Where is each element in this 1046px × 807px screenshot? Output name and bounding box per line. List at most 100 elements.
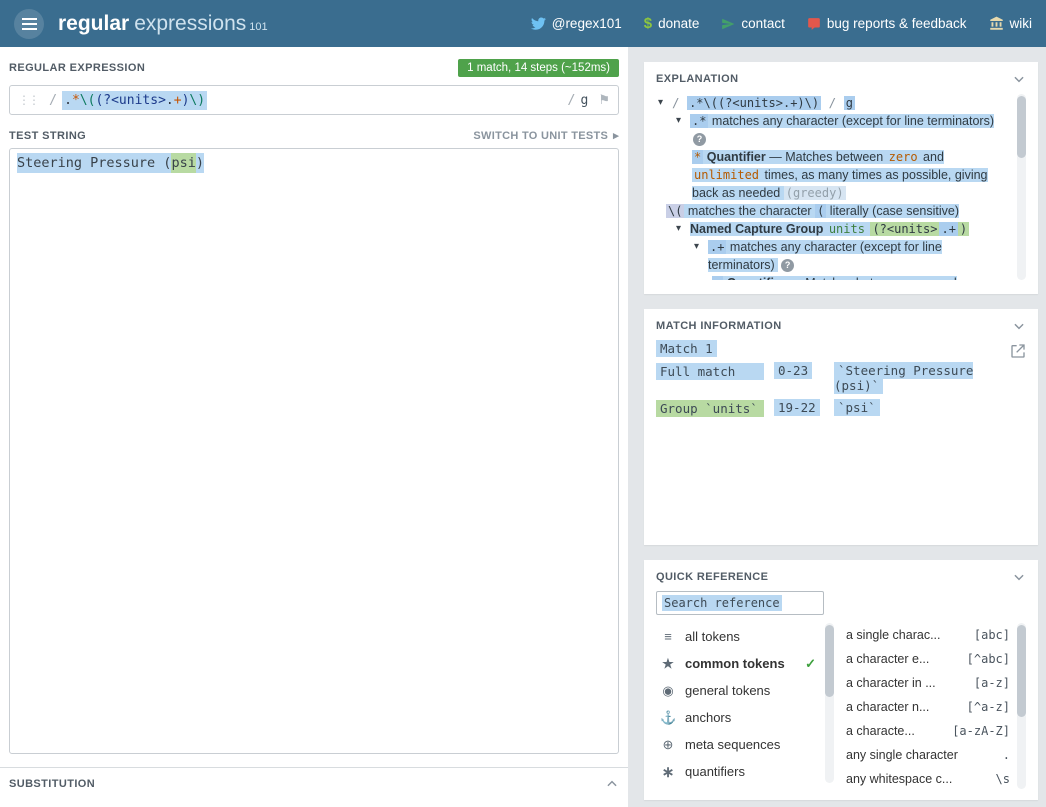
top-navigation-bar: regular expressions 101 @regex101 donate… [0,0,1046,47]
logo-text-regular: regular [58,12,129,36]
reference-token-row[interactable]: a character in ... [a-z] [846,671,1010,695]
match-steps-badge[interactable]: 1 match, 14 steps (~152ms) [458,59,619,77]
search-reference-value: Search reference [662,595,782,611]
nav-wiki-link[interactable]: wiki [989,16,1033,31]
explanation-header[interactable]: EXPLANATION [656,72,1026,86]
chevron-down-icon [1012,72,1026,86]
test-string-input[interactable]: Steering Pressure (psi) [9,148,619,754]
help-icon[interactable] [693,133,706,146]
test-string-section-header: TEST STRING SWITCH TO UNIT TESTS [9,129,619,142]
twitter-icon [531,16,546,31]
quick-reference-header[interactable]: QUICK REFERENCE [656,570,1026,584]
reference-token-list: a single charac... [abc] a character e..… [834,623,1026,789]
nav-donate-link[interactable]: donate [644,15,700,32]
match-name: Full match [656,363,764,380]
anchor-icon [660,710,676,726]
hamburger-icon [22,23,37,25]
explanation-heading: EXPLANATION [656,73,738,85]
collapse-toggle-icon[interactable] [676,220,681,238]
collapse-toggle-icon[interactable] [694,238,699,256]
reference-token-row[interactable]: any single character . [846,743,1010,767]
chevron-up-icon [605,777,619,791]
match-value: `Steering Pressure (psi)` [834,362,973,394]
explanation-panel: EXPLANATION / .*\((?<units>.+)\) / g .* … [644,62,1038,294]
match-information-header[interactable]: MATCH INFORMATION [656,319,1026,333]
category-scrollbar[interactable] [825,623,834,783]
scrollbar-thumb[interactable] [1017,625,1026,717]
hamburger-menu-button[interactable] [14,9,44,39]
regex-flags[interactable]: g [581,93,589,108]
explanation-text: — Matches between [786,276,907,280]
app-logo[interactable]: regular expressions 101 [58,12,268,36]
drag-handle-icon[interactable] [18,93,38,107]
greedy-label: (greedy) [784,186,846,200]
token-dot-plus: .+ [939,222,957,236]
category-label: meta sequences [685,737,780,752]
help-icon[interactable] [781,259,794,272]
collapse-toggle-icon[interactable] [676,112,681,130]
category-quantifiers[interactable]: quantifiers [656,758,818,783]
nav-donate-label: donate [658,16,699,31]
category-common-tokens[interactable]: common tokens [656,650,818,677]
token-list-scrollbar[interactable] [1017,623,1026,789]
regex-pattern-text[interactable]: .*\((?<units>.+)\) [62,91,207,110]
search-reference-input[interactable]: Search reference [656,591,824,615]
category-label: quantifiers [685,764,745,779]
regex-input[interactable]: / .*\((?<units>.+)\) / g [9,85,619,115]
token-star: * [692,150,703,164]
token-group-close: ) [958,222,969,236]
full-match-row: Full match 0-23 `Steering Pressure (psi)… [656,363,1026,393]
explanation-text: — Matches between [766,150,887,164]
token-description: a character n... [846,700,929,714]
keyword-quantifier: Quantifier [707,150,766,164]
regex-section-header: REGULAR EXPRESSION 1 match, 14 steps (~1… [9,47,619,77]
group-match-highlight: psi [171,153,195,173]
header-nav: @regex101 donate contact bug reports & f… [531,15,1032,32]
token-code: [abc] [966,628,1010,642]
token-description: a single charac... [846,628,941,642]
category-all-tokens[interactable]: all tokens [656,623,818,650]
reference-token-row[interactable]: a character n... [^a-z] [846,695,1010,719]
chevron-right-icon [613,129,619,142]
full-match-highlight: Steering Pressure ( [17,153,171,173]
explanation-scrollbar[interactable] [1017,94,1026,280]
reference-token-row[interactable]: a character e... [^abc] [846,647,1010,671]
explanation-row-named-group: Named Capture Group units (?<units>.+) [656,220,1010,238]
full-match-highlight: ) [196,153,204,173]
info-column: EXPLANATION / .*\((?<units>.+)\) / g .* … [644,47,1038,807]
category-anchors[interactable]: anchors [656,704,818,731]
regex-close-delimiter: / [567,92,575,108]
regular-expression-heading: REGULAR EXPRESSION [9,62,145,74]
switch-link-label: SWITCH TO UNIT TESTS [473,130,608,142]
group-range: 19-22 [774,399,820,416]
test-string-heading: TEST STRING [9,130,86,142]
nav-contact-link[interactable]: contact [721,16,785,31]
token-code: [a-zA-Z] [944,724,1010,738]
editor-column: REGULAR EXPRESSION 1 match, 14 steps (~1… [0,47,628,807]
category-label: all tokens [685,629,740,644]
regex-pattern-echo: .*\((?<units>.+)\) [687,96,821,110]
token-paren-char: ( [815,204,826,218]
scrollbar-thumb[interactable] [825,625,834,697]
star-icon [660,656,676,672]
nav-bug-reports-link[interactable]: bug reports & feedback [807,16,967,31]
reference-token-row[interactable]: a single charac... [abc] [846,623,1010,647]
logo-text-expressions: expressions [134,12,246,36]
globe-icon [660,737,676,753]
flag-icon[interactable] [598,92,610,108]
match-label: Match 1 [656,340,717,357]
group-value: `psi` [834,399,880,416]
reference-token-row[interactable]: any whitespace c... \s [846,767,1010,789]
export-matches-icon[interactable] [1010,343,1026,362]
switch-to-unit-tests-link[interactable]: SWITCH TO UNIT TESTS [473,129,619,142]
nav-twitter-link[interactable]: @regex101 [531,16,622,31]
category-general-tokens[interactable]: general tokens [656,677,818,704]
scrollbar-thumb[interactable] [1017,96,1026,158]
quick-reference-heading: QUICK REFERENCE [656,571,768,583]
collapse-toggle-icon[interactable] [658,94,663,112]
substitution-toggle[interactable]: SUBSTITUTION [0,767,628,799]
logo-text-101: 101 [249,21,267,33]
reference-token-row[interactable]: a characte... [a-zA-Z] [846,719,1010,743]
category-meta-sequences[interactable]: meta sequences [656,731,818,758]
regex-token: (?<units> [95,93,165,108]
